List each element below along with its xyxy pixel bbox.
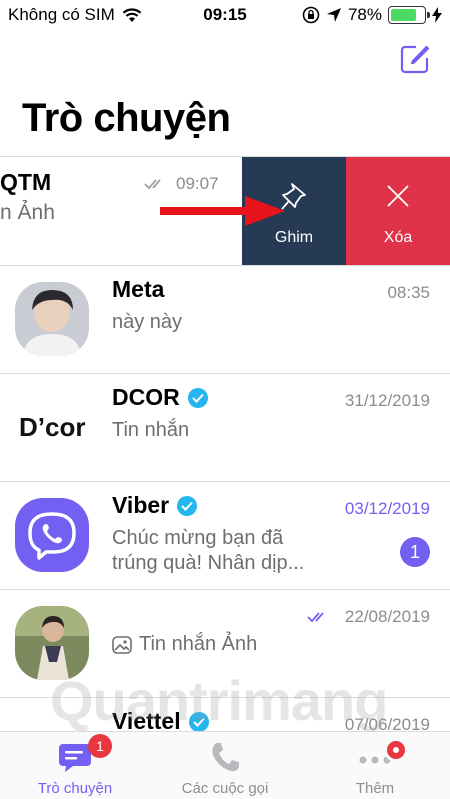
pin-label: Ghim	[274, 229, 314, 246]
compose-button[interactable]	[399, 43, 431, 75]
chat-preview-line: trúng quà! Nhân dịp...	[112, 552, 305, 574]
chat-time: 03/12/2019	[344, 499, 430, 518]
chat-name-text: Viber	[112, 492, 170, 518]
chat-time: 31/12/2019	[344, 391, 430, 410]
chat-name: DCOR	[112, 384, 208, 411]
chat-preview: n Ảnh	[0, 201, 55, 224]
chat-name: Meta	[112, 276, 164, 303]
unread-badge: 1	[400, 537, 430, 567]
tab-more[interactable]: Thêm	[300, 732, 450, 799]
chat-name: QTM	[0, 169, 52, 195]
close-icon	[387, 185, 409, 207]
tab-label: Thêm	[355, 780, 395, 797]
chat-row-dcor[interactable]: D’cor DCOR Tin nhắn 31/12/2019	[0, 374, 450, 482]
watermark: Quantrimang	[50, 669, 388, 732]
battery-percent: 78%	[347, 5, 382, 24]
delete-chat-button[interactable]: Xóa	[346, 157, 450, 265]
delete-label: Xóa	[383, 229, 413, 246]
chat-name-text: Meta	[112, 276, 165, 302]
chat-preview-line: Chúc mừng bạn đã	[112, 527, 284, 549]
viber-logo-icon	[28, 512, 76, 560]
chat-row-viber[interactable]: Viber Chúc mừng bạn đã trúng quà! Nhân d…	[0, 482, 450, 590]
chat-time: 22/08/2019	[344, 607, 430, 626]
tab-label: Trò chuyện	[37, 780, 113, 797]
dcor-logo: D’cor	[19, 412, 86, 442]
chat-name-text: DCOR	[112, 384, 180, 410]
avatar	[15, 498, 89, 572]
double-check-icon	[307, 612, 324, 623]
chat-preview-text: Tin nhắn Ảnh	[139, 633, 258, 655]
chat-preview: này này	[112, 311, 183, 333]
page-title: Trò chuyện	[22, 96, 231, 140]
chat-preview: Tin nhắn Ảnh	[112, 632, 257, 657]
battery-cap	[427, 12, 430, 18]
chat-time: 09:07	[176, 174, 219, 193]
chat-name: Viber	[112, 492, 198, 519]
status-right: 78%	[302, 5, 442, 25]
tab-label: Các cuộc gọi	[181, 780, 269, 797]
battery-icon	[388, 6, 430, 24]
tab-calls[interactable]: Các cuộc gọi	[150, 732, 300, 799]
tab-bar: 1 Trò chuyện Các cuộc gọi Thêm	[0, 731, 450, 799]
double-check-icon	[144, 179, 161, 190]
red-arrow-annotation	[160, 196, 285, 226]
avatar-image	[15, 282, 89, 356]
avatar: D’cor	[15, 390, 89, 464]
verified-icon	[187, 387, 208, 408]
phone-icon	[212, 743, 239, 772]
chat-time: 08:35	[387, 283, 430, 302]
compose-icon	[400, 45, 430, 74]
chat-preview: Tin nhắn	[112, 419, 190, 441]
chat-preview: Chúc mừng bạn đã trúng quà! Nhân dịp...	[112, 526, 304, 576]
tab-chats[interactable]: 1 Trò chuyện	[0, 732, 150, 799]
screen-lock-icon	[302, 6, 320, 24]
chat-row-meta[interactable]: Meta này này 08:35	[0, 266, 450, 374]
battery-fill	[391, 9, 416, 21]
charging-icon	[432, 7, 442, 23]
notification-dot	[384, 738, 408, 762]
status-bar: Không có SIM 09:15 78%	[0, 0, 450, 32]
verified-icon	[177, 495, 198, 516]
avatar	[15, 282, 89, 356]
tab-badge: 1	[88, 734, 112, 758]
location-icon	[326, 8, 341, 22]
photo-icon	[112, 635, 132, 654]
